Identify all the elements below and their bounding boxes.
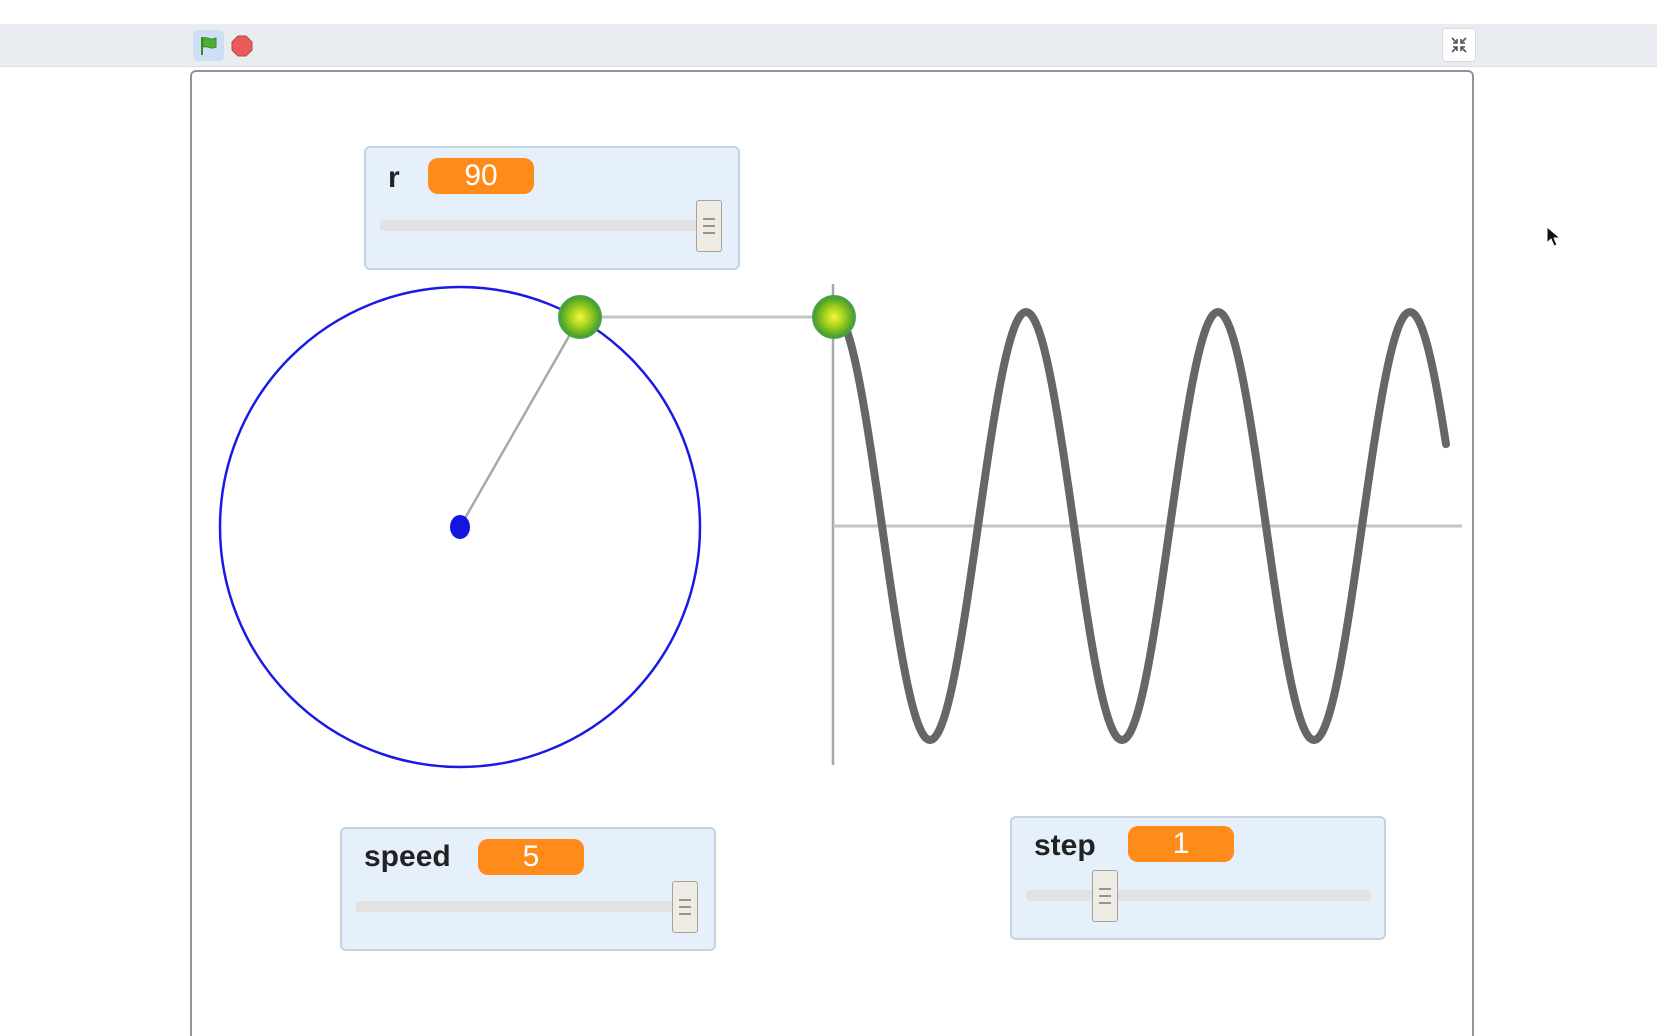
monitor-speed-value: 5	[478, 839, 584, 875]
monitor-step-slider-handle[interactable]	[1092, 870, 1118, 922]
stop-sign-icon	[231, 35, 253, 57]
stop-button[interactable]	[231, 35, 253, 57]
monitor-step-value: 1	[1128, 826, 1234, 862]
exit-fullscreen-icon	[1451, 37, 1467, 53]
circle-center-dot	[450, 515, 470, 539]
monitor-speed-slider-handle[interactable]	[672, 881, 698, 933]
monitor-speed: speed 5	[340, 827, 716, 951]
mouse-cursor-icon	[1546, 226, 1562, 247]
monitor-step-label: step	[1034, 829, 1096, 862]
stage[interactable]: r 90 speed 5 step 1	[190, 70, 1474, 1036]
green-flag-button[interactable]	[193, 30, 224, 61]
monitor-r-label: r	[388, 161, 400, 194]
monitor-r-slider-handle[interactable]	[696, 200, 722, 252]
monitor-step-slider-track[interactable]	[1026, 890, 1371, 901]
monitor-speed-label: speed	[364, 840, 451, 873]
green-flag-icon	[200, 36, 216, 55]
radius-line	[458, 316, 582, 528]
monitor-r-value: 90	[428, 158, 534, 194]
wave-point-ball[interactable]	[812, 295, 856, 339]
exit-fullscreen-button[interactable]	[1442, 28, 1476, 62]
stage-toolbar	[0, 24, 1657, 67]
monitor-step: step 1	[1010, 816, 1386, 940]
monitor-speed-slider-track[interactable]	[356, 901, 696, 912]
circle-point-ball[interactable]	[558, 295, 602, 339]
monitor-r: r 90	[364, 146, 740, 270]
monitor-r-slider-track[interactable]	[380, 220, 720, 231]
